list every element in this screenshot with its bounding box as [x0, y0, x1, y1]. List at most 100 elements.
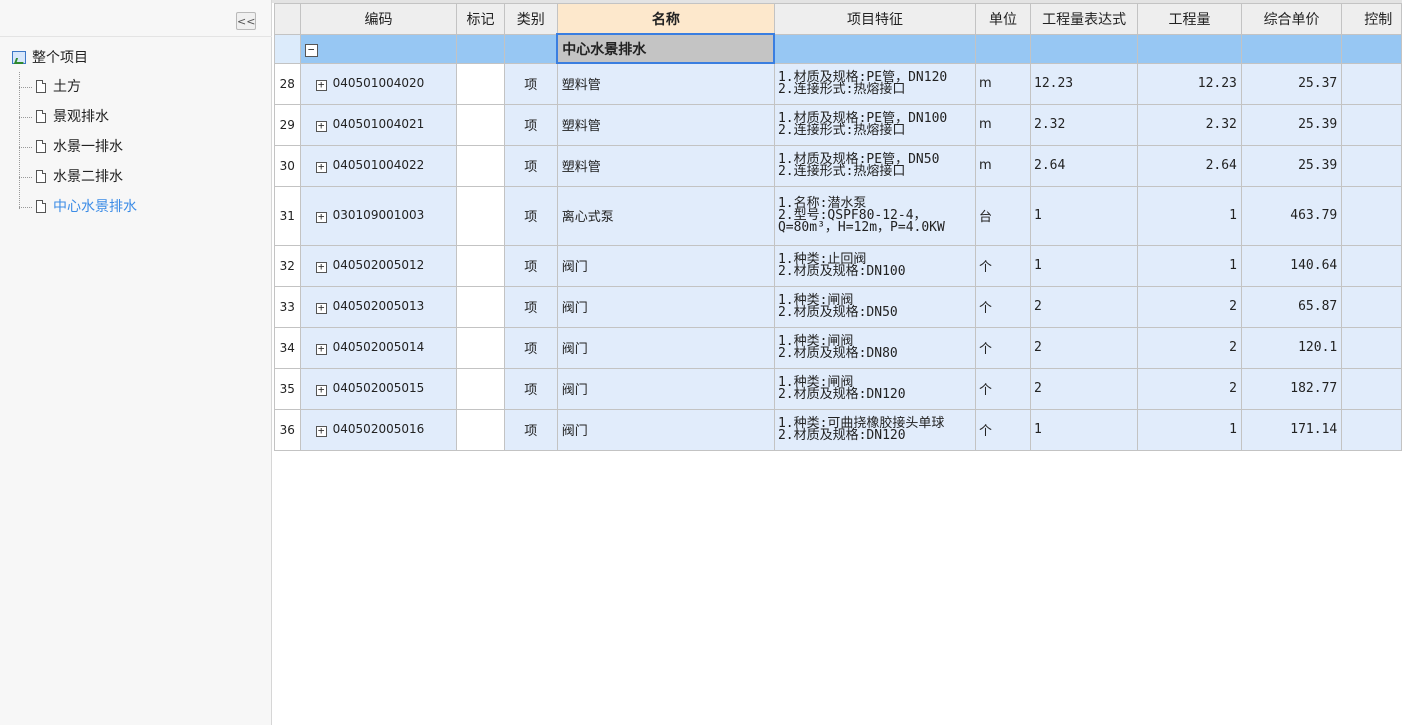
unit-cell[interactable]: m [975, 144, 1031, 187]
expression-cell[interactable]: 1 [1029, 408, 1139, 451]
type-cell[interactable]: 项 [503, 367, 558, 410]
code-cell[interactable]: +040502005013 [299, 285, 458, 328]
quantity-cell[interactable]: 1 [1137, 244, 1242, 287]
collapse-panel-button[interactable]: << [236, 12, 256, 30]
control-cell[interactable] [1341, 185, 1402, 246]
expand-icon[interactable]: + [315, 343, 327, 355]
features-cell[interactable]: 1.种类:止回阀 2.材质及规格:DN100 [773, 244, 977, 287]
type-cell[interactable]: 项 [503, 408, 558, 451]
collapse-icon[interactable]: − [304, 43, 318, 57]
name-cell[interactable]: 离心式泵 [556, 185, 775, 246]
expression-cell[interactable]: 1 [1029, 185, 1139, 246]
expand-icon[interactable]: + [315, 211, 327, 223]
unit-cell[interactable]: 台 [975, 185, 1031, 246]
mark-cell[interactable] [456, 244, 505, 287]
table-row[interactable]: 36 +040502005016 项阀门 1.种类:可曲挠橡胶接头单球 2.材质及规格:… [274, 408, 1402, 451]
code-cell[interactable]: +040501004021 [299, 103, 458, 146]
name-cell[interactable]: 阀门 [556, 285, 775, 328]
header-quantity[interactable]: 工程量 [1137, 3, 1242, 35]
mark-cell[interactable] [456, 103, 505, 146]
tree-item-water-feature-1[interactable]: 水景一排水 [19, 136, 123, 158]
expression-cell[interactable]: 2 [1029, 367, 1139, 410]
header-control[interactable]: 控制 [1341, 3, 1402, 35]
unit-price-cell[interactable]: 25.39 [1240, 144, 1343, 187]
quantity-cell[interactable]: 12.23 [1137, 62, 1242, 105]
expand-icon[interactable]: + [315, 120, 327, 132]
table-row[interactable]: 34 +040502005014 项阀门 1.种类:闸阀 2.材质及规格:DN80 个 2 2… [274, 326, 1402, 369]
code-cell[interactable]: +040501004022 [299, 144, 458, 187]
type-cell[interactable]: 项 [503, 144, 558, 187]
control-cell[interactable] [1341, 103, 1402, 146]
control-cell[interactable] [1341, 244, 1402, 287]
code-cell[interactable]: +040502005015 [299, 367, 458, 410]
features-cell[interactable]: 1.种类:闸阀 2.材质及规格:DN50 [773, 285, 977, 328]
code-cell[interactable]: +030109001003 [299, 185, 458, 246]
header-name[interactable]: 名称 [556, 3, 775, 35]
name-cell[interactable]: 塑料管 [556, 144, 775, 187]
mark-cell[interactable] [456, 408, 505, 451]
name-cell[interactable]: 阀门 [556, 367, 775, 410]
tree-item-tufang[interactable]: 土方 [19, 76, 81, 98]
mark-cell[interactable] [456, 185, 505, 246]
type-cell[interactable]: 项 [503, 185, 558, 246]
tree-item-landscape-drainage[interactable]: 景观排水 [19, 106, 109, 128]
group-name-cell[interactable]: 中心水景排水 [556, 33, 776, 64]
name-cell[interactable]: 阀门 [556, 244, 775, 287]
name-cell[interactable]: 阀门 [556, 326, 775, 369]
unit-cell[interactable]: 个 [975, 367, 1031, 410]
expression-cell[interactable]: 1 [1029, 244, 1139, 287]
quantity-cell[interactable]: 2 [1137, 326, 1242, 369]
features-cell[interactable]: 1.名称:潜水泵 2.型号:QSPF80-12-4， Q=80m³，H=12m，P=… [773, 185, 977, 246]
expand-icon[interactable]: + [315, 79, 327, 91]
header-unit[interactable]: 单位 [975, 3, 1031, 35]
header-expression[interactable]: 工程量表达式 [1029, 3, 1139, 35]
expression-cell[interactable]: 12.23 [1029, 62, 1139, 105]
unit-price-cell[interactable]: 182.77 [1240, 367, 1343, 410]
features-cell[interactable]: 1.材质及规格:PE管，DN50 2.连接形式:热熔接口 [773, 144, 977, 187]
name-cell[interactable]: 塑料管 [556, 103, 775, 146]
features-cell[interactable]: 1.材质及规格:PE管，DN100 2.连接形式:热熔接口 [773, 103, 977, 146]
quantity-cell[interactable]: 1 [1137, 185, 1242, 246]
tree-item-water-feature-2[interactable]: 水景二排水 [19, 166, 123, 188]
header-mark[interactable]: 标记 [456, 3, 505, 35]
unit-price-cell[interactable]: 25.37 [1240, 62, 1343, 105]
quantity-cell[interactable]: 1 [1137, 408, 1242, 451]
quantity-cell[interactable]: 2.64 [1137, 144, 1242, 187]
expression-cell[interactable]: 2 [1029, 285, 1139, 328]
features-cell[interactable]: 1.材质及规格:PE管，DN120 2.连接形式:热熔接口 [773, 62, 977, 105]
unit-price-cell[interactable]: 65.87 [1240, 285, 1343, 328]
unit-cell[interactable]: 个 [975, 244, 1031, 287]
header-features[interactable]: 项目特征 [773, 3, 977, 35]
mark-cell[interactable] [456, 144, 505, 187]
unit-price-cell[interactable]: 140.64 [1240, 244, 1343, 287]
table-row[interactable]: 32 +040502005012 项阀门 1.种类:止回阀 2.材质及规格:DN100 个… [274, 244, 1402, 287]
quantity-cell[interactable]: 2 [1137, 285, 1242, 328]
table-row[interactable]: 30 +040501004022 项塑料管 1.材质及规格:PE管，DN50 2.连接形… [274, 144, 1402, 187]
unit-cell[interactable]: m [975, 103, 1031, 146]
type-cell[interactable]: 项 [503, 244, 558, 287]
unit-price-cell[interactable]: 25.39 [1240, 103, 1343, 146]
expand-icon[interactable]: + [315, 425, 327, 437]
code-cell[interactable]: +040501004020 [299, 62, 458, 105]
mark-cell[interactable] [456, 285, 505, 328]
table-row[interactable]: 31 +030109001003 项离心式泵 1.名称:潜水泵 2.型号:QSPF80-… [274, 185, 1402, 246]
name-cell[interactable]: 阀门 [556, 408, 775, 451]
control-cell[interactable] [1341, 62, 1402, 105]
tree-item-central-water-feature[interactable]: 中心水景排水 [19, 196, 137, 218]
code-cell[interactable]: +040502005012 [299, 244, 458, 287]
expand-icon[interactable]: + [315, 161, 327, 173]
expression-cell[interactable]: 2 [1029, 326, 1139, 369]
control-cell[interactable] [1341, 408, 1402, 451]
group-row[interactable]: − 中心水景排水 [274, 33, 1402, 64]
name-cell[interactable]: 塑料管 [556, 62, 775, 105]
unit-cell[interactable]: 个 [975, 285, 1031, 328]
unit-cell[interactable]: m [975, 62, 1031, 105]
type-cell[interactable]: 项 [503, 285, 558, 328]
tree-root-item[interactable]: 整个项目 [12, 48, 88, 68]
header-code[interactable]: 编码 [299, 3, 458, 35]
features-cell[interactable]: 1.种类:闸阀 2.材质及规格:DN120 [773, 367, 977, 410]
expand-icon[interactable]: + [315, 302, 327, 314]
quantity-cell[interactable]: 2 [1137, 367, 1242, 410]
table-row[interactable]: 28 +040501004020 项塑料管 1.材质及规格:PE管，DN120 2.连接… [274, 62, 1402, 105]
control-cell[interactable] [1341, 144, 1402, 187]
